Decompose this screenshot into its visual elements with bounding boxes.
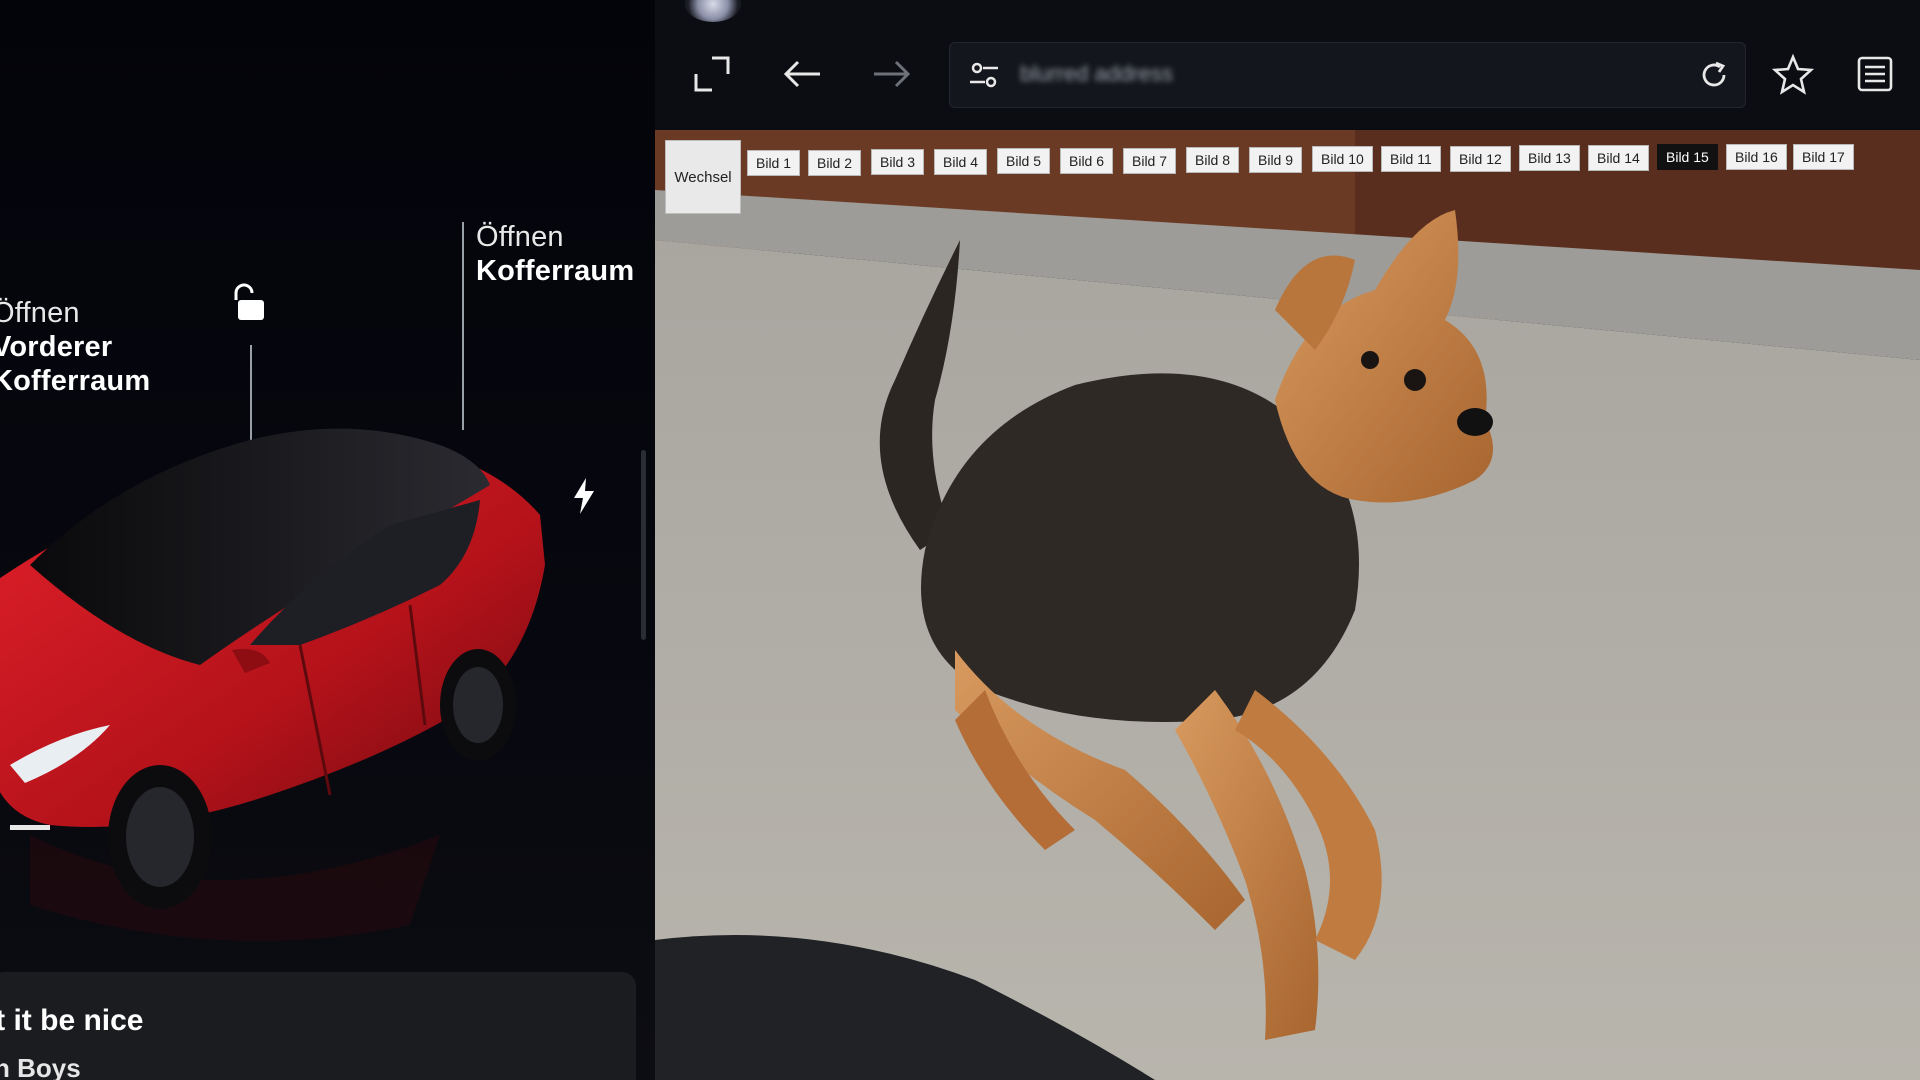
star-icon[interactable]	[1771, 52, 1815, 96]
image-button-6[interactable]: Bild 6	[1060, 148, 1114, 174]
image-button-2[interactable]: Bild 2	[808, 149, 862, 176]
dog-photo	[655, 130, 1920, 1080]
front-trunk-line1: Vorderer	[0, 331, 113, 363]
url-text[interactable]: blurred address	[1020, 61, 1220, 87]
image-button-10[interactable]: Bild 10	[1312, 146, 1373, 173]
open-front-trunk-label[interactable]: Öffnen Vorderer Kofferraum	[0, 296, 150, 398]
rear-trunk-leader-line	[462, 222, 464, 430]
rear-trunk-line1: Kofferraum	[476, 255, 635, 287]
image-button-12[interactable]: Bild 12	[1450, 145, 1511, 172]
web-page-content: Wechsel Bild 1 Bild 2 Bild 3 Bild 4 Bild 5 Bi…	[655, 130, 1920, 1080]
image-button-14[interactable]: Bild 14	[1588, 144, 1649, 171]
fullscreen-icon[interactable]	[690, 52, 734, 96]
song-title: 't it be nice	[0, 1004, 144, 1037]
image-button-7[interactable]: Bild 7	[1123, 147, 1177, 174]
image-button-5[interactable]: Bild 5	[997, 148, 1051, 175]
lightning-icon[interactable]	[570, 478, 598, 514]
reload-icon[interactable]	[1698, 59, 1730, 91]
image-button-17[interactable]: Bild 17	[1793, 143, 1854, 170]
vehicle-panel: Öffnen Vorderer Kofferraum Öffnen Koffer…	[0, 0, 655, 1080]
image-button-15[interactable]: Bild 15	[1657, 144, 1718, 171]
arrow-left-icon[interactable]	[780, 52, 824, 96]
front-trunk-action: Öffnen	[0, 297, 80, 329]
panel-scrollbar[interactable]	[641, 450, 646, 640]
switch-button[interactable]: Wechsel	[665, 140, 741, 214]
open-rear-trunk-label[interactable]: Öffnen Kofferraum	[476, 220, 634, 288]
image-button-11[interactable]: Bild 11	[1381, 146, 1441, 172]
image-button-16[interactable]: Bild 16	[1726, 144, 1787, 170]
image-button-3[interactable]: Bild 3	[871, 149, 925, 176]
arrow-right-icon[interactable]	[870, 52, 914, 96]
car-model-image[interactable]	[0, 405, 560, 965]
front-trunk-line2: Kofferraum	[0, 365, 151, 397]
unlock-icon[interactable]	[228, 282, 270, 324]
image-button-8[interactable]: Bild 8	[1186, 147, 1240, 174]
image-button-4[interactable]: Bild 4	[934, 148, 988, 175]
image-button-1[interactable]: Bild 1	[747, 150, 801, 176]
sliders-icon[interactable]	[968, 59, 1000, 91]
browser-window: blurred address Wechsel Bild 1 Bild 2 Bi…	[655, 0, 1920, 1080]
cabin-camera	[685, 0, 741, 22]
image-button-9[interactable]: Bild 9	[1249, 146, 1303, 173]
tabs-list-icon[interactable]	[1853, 52, 1897, 96]
song-artist: n Boys	[0, 1053, 81, 1080]
rear-trunk-action: Öffnen	[476, 221, 564, 253]
image-button-13[interactable]: Bild 13	[1519, 145, 1580, 172]
browser-toolbar: blurred address	[655, 0, 1920, 130]
address-bar[interactable]: blurred address	[949, 42, 1746, 108]
